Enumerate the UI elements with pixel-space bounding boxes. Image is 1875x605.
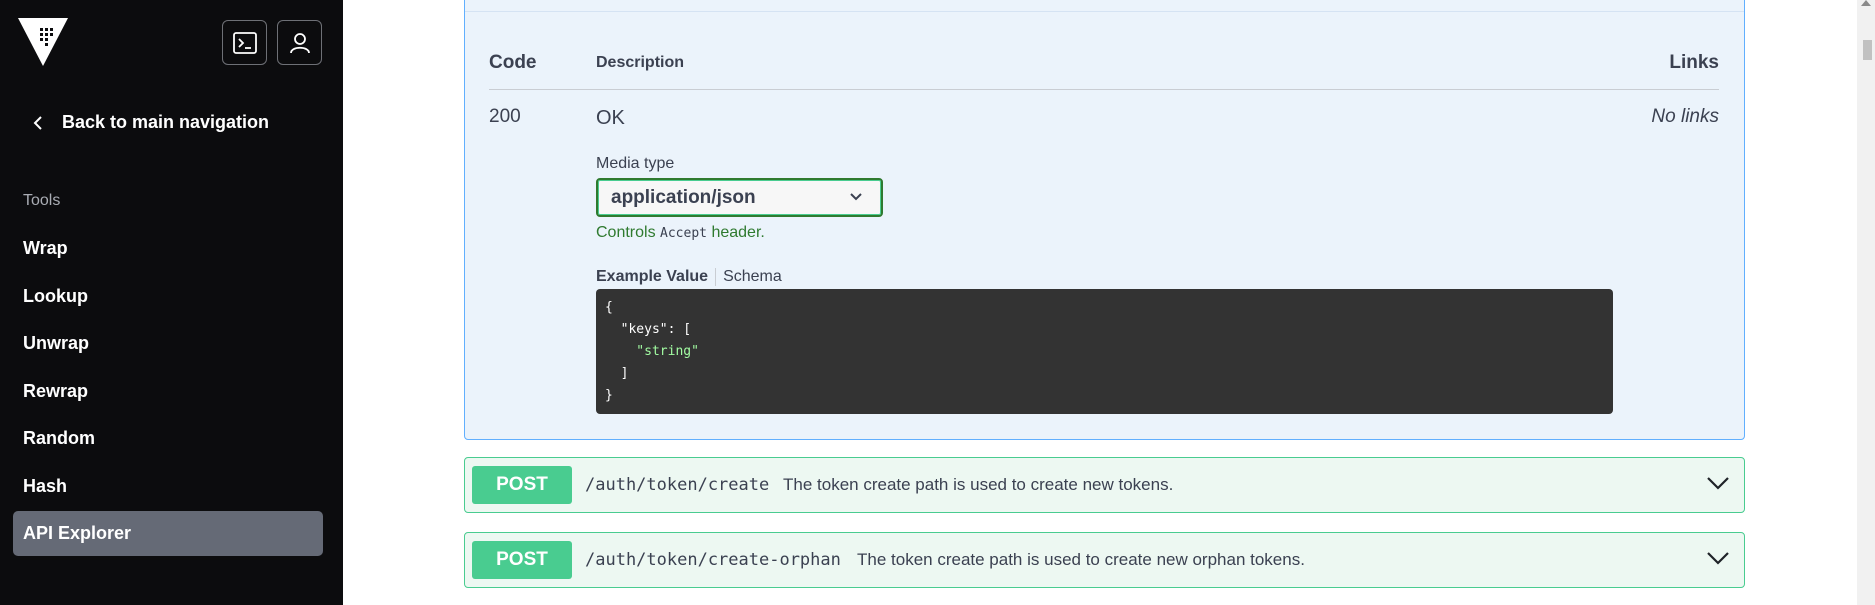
column-header-description: Description <box>596 54 685 71</box>
back-to-main-nav-link[interactable]: Back to main navigation <box>30 112 269 133</box>
response-code: 200 <box>489 106 521 127</box>
media-type-label: Media type <box>596 155 675 172</box>
code-line: { <box>605 300 613 315</box>
accept-code: Accept <box>660 226 707 241</box>
sidebar-item-label: Lookup <box>23 285 88 306</box>
sidebar-item-api-explorer[interactable]: API Explorer <box>13 511 323 556</box>
example-value-code: { "keys": [ "string" ]} <box>596 289 1613 414</box>
sidebar-item-label: Wrap <box>23 238 68 258</box>
media-type-select[interactable]: application/json <box>596 178 883 217</box>
chevron-down-icon <box>850 193 862 201</box>
chevron-down-icon[interactable] <box>1706 550 1730 566</box>
method-badge: POST <box>472 466 572 504</box>
panel-divider <box>465 11 1744 12</box>
chevron-down-icon[interactable] <box>1706 475 1730 491</box>
code-line: "string" <box>605 344 699 359</box>
example-schema-tabs: Example Value Schema <box>596 268 782 286</box>
sidebar-item-rewrap[interactable]: Rewrap <box>13 369 323 414</box>
app-window: Back to main navigation Tools Wrap Looku… <box>0 0 1875 605</box>
user-icon <box>289 32 310 53</box>
sidebar: Back to main navigation Tools Wrap Looku… <box>0 0 343 605</box>
terminal-icon <box>232 31 257 54</box>
code-line: ] <box>605 366 629 381</box>
table-header-divider <box>489 89 1719 90</box>
page-scrollbar[interactable] <box>1857 0 1875 605</box>
scroll-thumb[interactable] <box>1863 40 1872 60</box>
back-link-label: Back to main navigation <box>62 112 270 132</box>
scroll-up-arrow-icon[interactable] <box>1861 0 1871 6</box>
sidebar-item-random[interactable]: Random <box>13 416 323 461</box>
vault-logo-icon[interactable] <box>18 18 68 66</box>
operation-summary: The token create path is used to create … <box>857 550 1305 569</box>
method-badge: POST <box>472 541 572 579</box>
tab-separator <box>715 268 717 286</box>
sidebar-item-label: Random <box>23 428 95 448</box>
column-header-code: Code <box>489 52 537 73</box>
operation-path: /auth/token/create <box>585 475 770 495</box>
console-button[interactable] <box>222 20 267 65</box>
media-type-value: application/json <box>611 186 756 208</box>
response-links: No links <box>1651 106 1719 127</box>
controls-prefix: Controls <box>596 224 656 241</box>
sidebar-item-label: API Explorer <box>23 523 132 543</box>
code-line: } <box>605 388 613 403</box>
response-description: OK <box>596 107 625 129</box>
sidebar-item-label: Hash <box>23 475 68 496</box>
sidebar-item-wrap[interactable]: Wrap <box>13 226 323 271</box>
controls-accept-note: Controls Accept header. <box>596 224 765 242</box>
sidebar-item-unwrap[interactable]: Unwrap <box>13 321 323 366</box>
chevron-left-icon <box>30 115 46 131</box>
tools-section-label: Tools <box>23 192 61 209</box>
user-menu-button[interactable] <box>277 20 322 65</box>
operation-summary: The token create path is used to create … <box>783 475 1174 494</box>
operation-path: /auth/token/create-orphan <box>585 550 841 570</box>
controls-suffix: header. <box>711 224 765 241</box>
sidebar-item-lookup[interactable]: Lookup <box>13 274 323 319</box>
tab-example-value[interactable]: Example Value <box>596 268 708 286</box>
operation-post-token-create[interactable]: POST /auth/token/create The token create… <box>464 457 1745 513</box>
sidebar-item-label: Unwrap <box>23 333 90 353</box>
code-line: "keys": [ <box>605 322 692 337</box>
operation-post-token-create-orphan[interactable]: POST /auth/token/create-orphan The token… <box>464 532 1745 588</box>
sidebar-item-label: Rewrap <box>23 380 89 401</box>
tools-nav: Wrap Lookup Unwrap Rewrap Random Hash AP… <box>13 226 323 559</box>
sidebar-item-hash[interactable]: Hash <box>13 464 323 509</box>
column-header-links: Links <box>1669 52 1719 73</box>
tab-schema[interactable]: Schema <box>723 268 782 286</box>
